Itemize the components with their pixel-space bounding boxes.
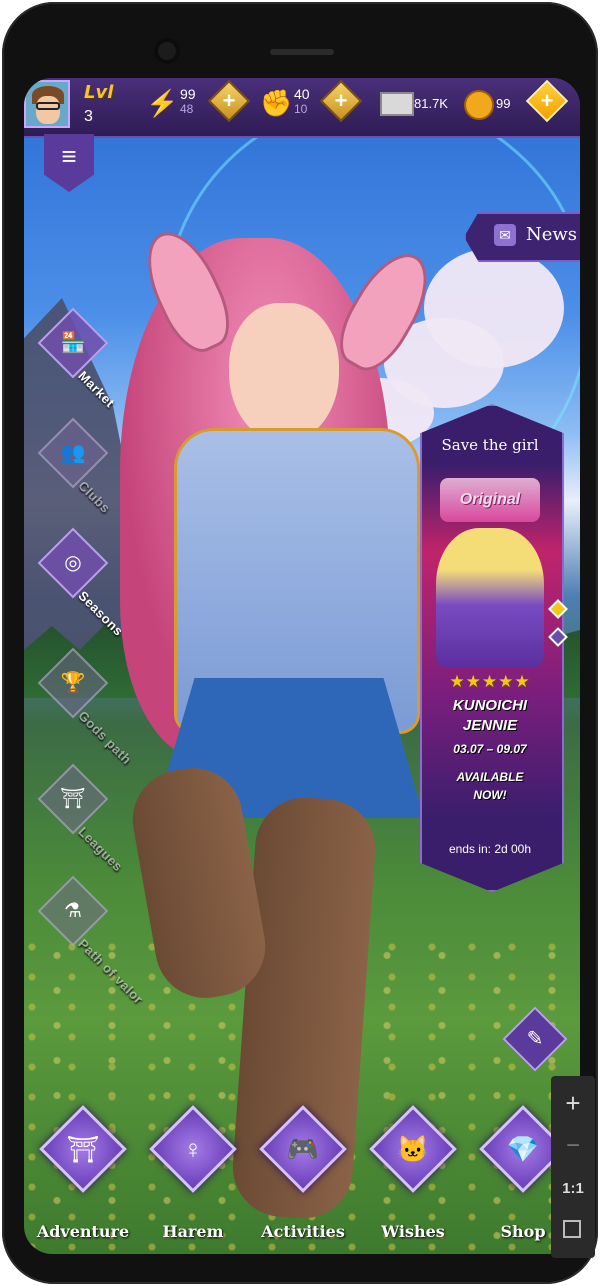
news-button[interactable]: ✉ News [464, 212, 580, 262]
character-face [229, 303, 339, 443]
fights-value: 40 [294, 86, 310, 102]
diamond-gem-icon: 💎 [506, 1134, 540, 1164]
event-logo: Original [440, 478, 540, 522]
player-avatar[interactable] [24, 80, 70, 128]
girls-silhouette-icon: ♀ [183, 1134, 203, 1164]
event-girl-name-line1: KUNOICHI [452, 697, 528, 714]
event-girl-portrait [436, 528, 544, 668]
front-camera [154, 38, 180, 64]
activities-label: Activities [261, 1222, 345, 1241]
energy-value: 99 [180, 86, 196, 102]
level-value: 3 [84, 108, 93, 125]
event-logo-text: Original [459, 491, 521, 508]
money-value: 81.7K [414, 96, 448, 111]
trophy-icon: 🏆 [60, 672, 86, 694]
phone-frame: Lvl 3 ⚡ 99 48 + ✊ 40 10 + 81.7K 99 + ≡ ✉ [2, 2, 598, 1284]
torii-gate-icon: ⛩ [66, 1134, 100, 1164]
event-dates: 03.07 – 09.07 [453, 742, 527, 756]
koban-icon [464, 90, 494, 120]
news-label: News [526, 224, 578, 245]
clubs-icon: 👥 [60, 442, 86, 464]
leagues-button[interactable]: ⛩ [37, 763, 109, 835]
envelope-icon: ✉ [494, 224, 516, 246]
event-girl-name-line2: JENNIE [462, 717, 518, 734]
fights-counter: 40 10 [294, 86, 310, 116]
event-availability-line2: NOW! [473, 788, 507, 802]
fist-icon: ✊ [260, 88, 293, 118]
money-icon [380, 92, 414, 116]
event-availability: AVAILABLE NOW! [420, 768, 560, 804]
zoom-controls: + − 1:1 [551, 1076, 595, 1258]
path-of-valor-button[interactable]: ⚗ [37, 875, 109, 947]
plus-icon: + [540, 88, 554, 113]
gamepad-icon: 🎮 [286, 1134, 320, 1164]
earpiece-speaker [270, 49, 334, 55]
fit-screen-icon[interactable] [563, 1220, 581, 1238]
main-menu-button[interactable]: ≡ [44, 134, 94, 192]
game-screen: Lvl 3 ⚡ 99 48 + ✊ 40 10 + 81.7K 99 + ≡ ✉ [24, 78, 580, 1254]
zoom-out-button[interactable]: − [551, 1132, 595, 1160]
koban-value: 99 [496, 96, 511, 111]
actual-size-button[interactable]: 1:1 [551, 1180, 595, 1197]
pagoda-icon: ⛩ [60, 788, 86, 810]
pencil-icon: ✎ [526, 1028, 544, 1050]
top-resource-bar: Lvl 3 ⚡ 99 48 + ✊ 40 10 + 81.7K 99 + [24, 78, 580, 138]
market-stall-icon: 🏪 [60, 332, 86, 354]
buy-koban-button[interactable]: + [525, 79, 569, 123]
seasons-icon: ◎ [64, 552, 82, 574]
event-girl-name: KUNOICHI JENNIE [420, 696, 560, 736]
leagues-label: Leagues [75, 824, 126, 875]
event-rating-stars: ★★★★★ [449, 672, 531, 691]
event-countdown: ends in: 2d 00h [448, 842, 532, 856]
energy-counter: 99 48 [180, 86, 196, 116]
plus-icon: + [334, 88, 348, 113]
energy-icon: ⚡ [146, 88, 179, 118]
wishes-label: Wishes [381, 1222, 445, 1241]
energy-max: 48 [180, 102, 194, 116]
event-title: Save the girl [441, 436, 539, 454]
event-availability-line1: AVAILABLE [456, 770, 524, 784]
harem-label: Harem [162, 1222, 224, 1241]
lucky-cat-icon: 🐱 [396, 1134, 430, 1164]
potion-flask-icon: ⚗ [64, 900, 82, 922]
adventure-label: Adventure [36, 1222, 130, 1241]
hamburger-icon: ≡ [61, 141, 77, 171]
add-energy-button[interactable]: + [207, 79, 251, 123]
plus-icon: + [222, 88, 236, 113]
fights-max: 10 [294, 102, 308, 116]
event-banner[interactable]: Save the girl Original ★★★★★ KUNOICHI JE… [420, 404, 564, 892]
add-fights-button[interactable]: + [319, 79, 363, 123]
zoom-in-button[interactable]: + [551, 1088, 595, 1119]
level-label: Lvl [84, 82, 114, 103]
gods-path-label: Gods path [75, 708, 135, 768]
